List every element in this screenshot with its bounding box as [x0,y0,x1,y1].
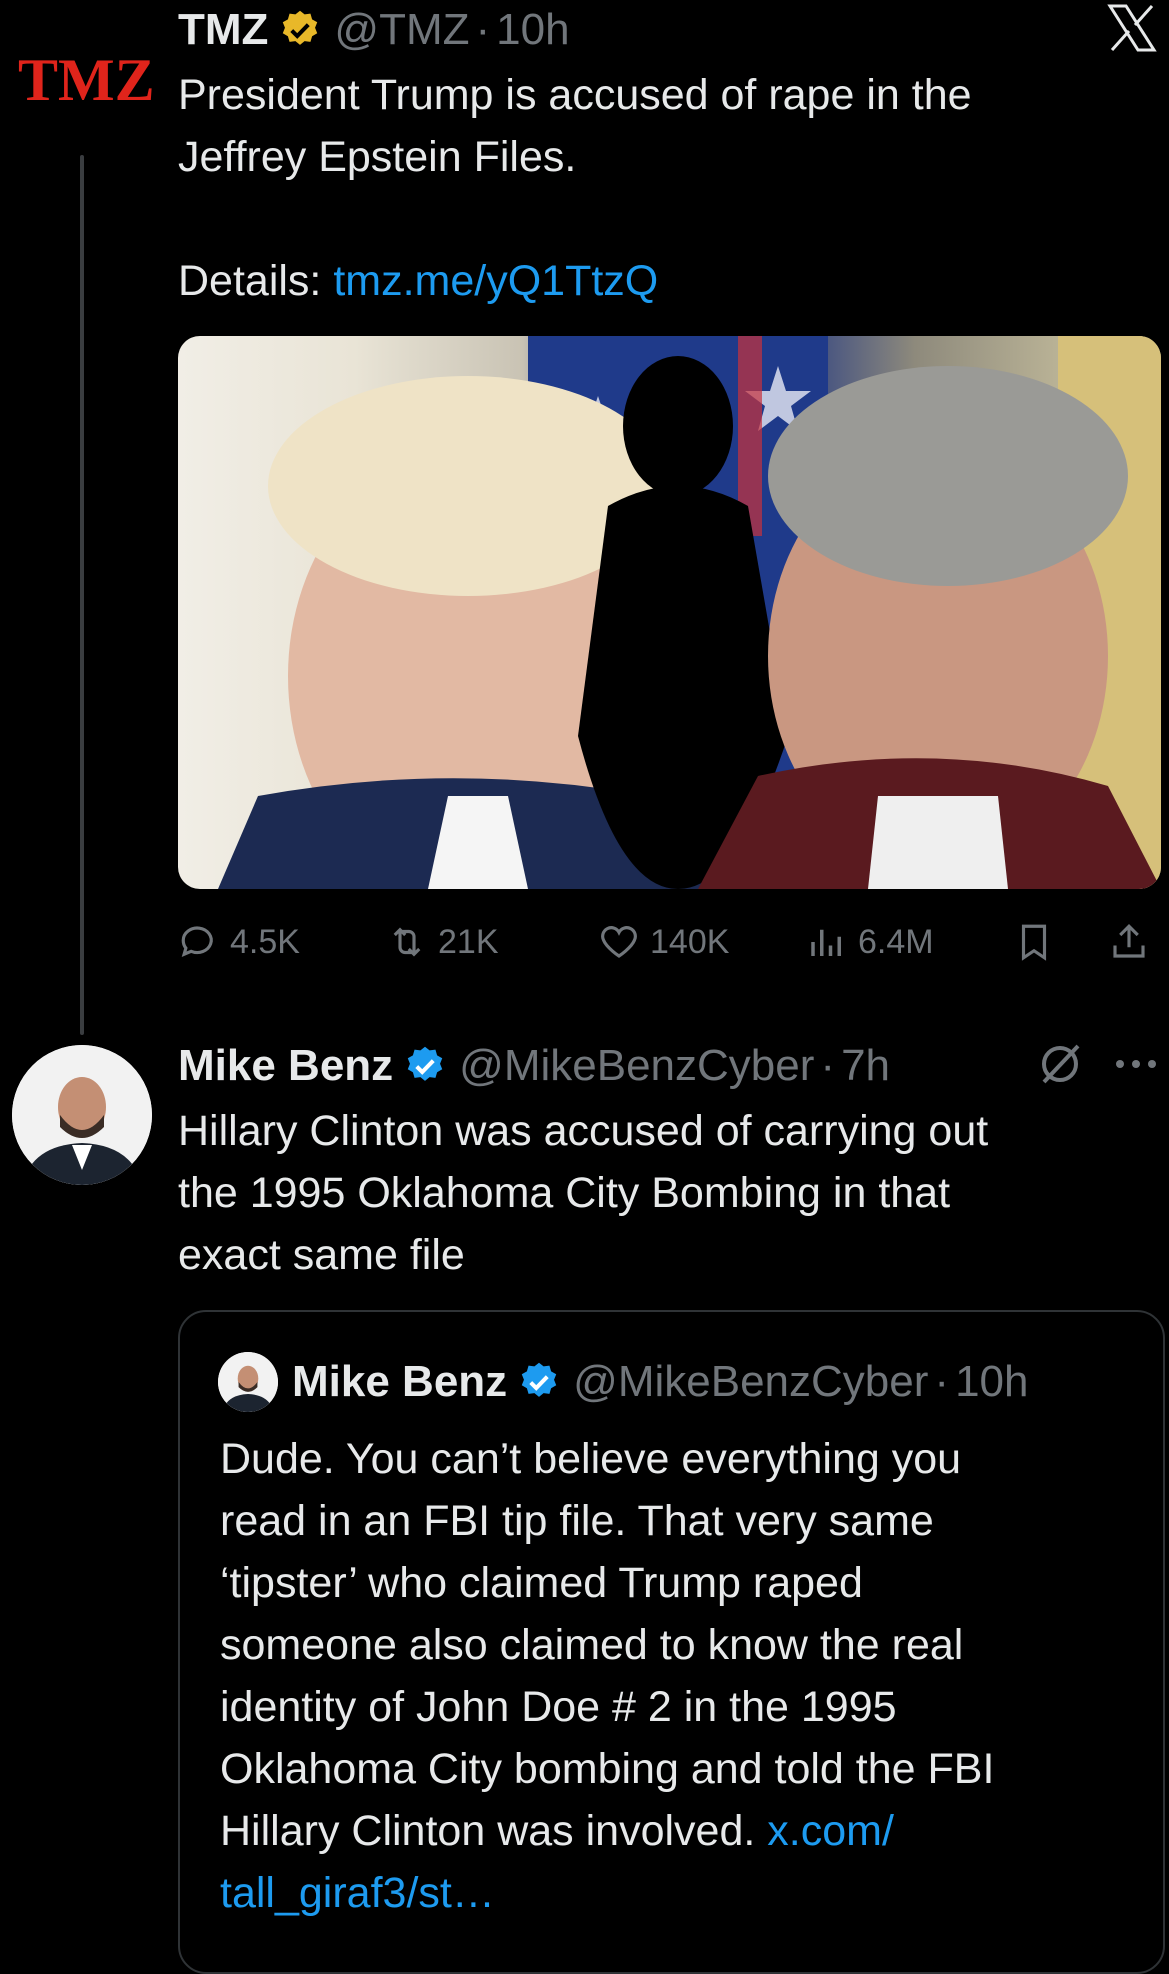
like-count: 140K [650,922,730,961]
quote-header: Mike Benz @MikeBenzCyber · 10h [292,1352,1028,1412]
more-options-icon[interactable] [1112,1050,1160,1078]
quote-text-line: read in an FBI tip file. That very same [220,1497,934,1545]
quote-author-handle: @MikeBenzCyber [573,1357,929,1406]
blue-verified-badge-icon[interactable] [403,1044,447,1088]
repost-icon [393,927,421,957]
tmz-avatar[interactable]: TMZ [14,42,152,112]
reply-text-line: the 1995 Oklahoma City Bombing in that [178,1169,951,1217]
tweet-details: Details: tmz.me/yQ1TtzQ [178,250,658,312]
view-count: 6.4M [858,922,934,961]
reply-text-line: Hillary Clinton was accused of carrying … [178,1107,989,1155]
separator: · [475,5,491,54]
author-handle[interactable]: @TMZ [334,5,469,55]
quote-last-line-text: Hillary Clinton was involved. [220,1807,768,1855]
quote-text-line: Hillary Clinton was involved. x.com/ [220,1800,1120,1862]
quote-text-line: Dude. You can’t believe everything you [220,1435,962,1483]
quote-text-line: ‘tipster’ who claimed Trump raped [220,1559,863,1607]
author-name[interactable]: TMZ [178,5,268,55]
reply-text: Hillary Clinton was accused of carrying … [178,1100,988,1286]
x-logo-icon [1107,4,1157,52]
repost-count: 21K [438,922,499,961]
bookmark-button[interactable] [1013,904,1065,980]
analytics-icon [811,929,841,956]
tweet-text-line: Jeffrey Epstein Files. [178,133,577,181]
quote-text-line: Oklahoma City bombing and told the FBI [220,1745,995,1793]
quote-text-line: tall_giraf3/st… [220,1862,1120,1924]
quote-avatar-photo [218,1352,278,1412]
timestamp[interactable]: 10h [496,5,569,55]
timestamp[interactable]: 7h [841,1041,890,1091]
reply-icon [181,926,213,957]
tweet-actions-bar: 4.5K 21K 140K 6.4M [178,904,1161,980]
quote-author-name[interactable]: Mike Benz [292,1357,507,1407]
grok-icon[interactable] [1036,1040,1084,1088]
reply-header: Mike Benz @MikeBenzCyber · 7h [178,1036,890,1096]
tmz-logo-text: TMZ [18,47,152,112]
reply-count: 4.5K [230,922,300,961]
tweet-text-line: President Trump is accused of rape in th… [178,71,972,119]
author-handle[interactable]: @MikeBenzCyber [459,1041,814,1091]
tweet-header: TMZ @TMZ · 10h [178,2,570,58]
photo-trump-silhouette-epstein [218,336,1161,889]
reply-text-line: exact same file [178,1231,465,1279]
thread-connector-line [80,155,84,1035]
avatar[interactable] [12,1045,152,1185]
quote-link[interactable]: x.com/ [767,1807,894,1855]
quote-text: Dude. You can’t believe everything you r… [220,1428,1120,1924]
quote-timestamp: 10h [955,1357,1029,1406]
repost-button[interactable]: 21K [386,904,499,980]
blue-verified-badge-icon [521,1362,557,1397]
views-button[interactable]: 6.4M [806,904,934,980]
share-icon [1113,924,1145,958]
like-button[interactable]: 140K [598,904,729,980]
quote-text-line: someone also claimed to know the real [220,1621,964,1669]
author-name[interactable]: Mike Benz [178,1041,393,1091]
avatar-photo [12,1045,152,1185]
share-button[interactable] [1108,904,1160,980]
details-link[interactable]: tmz.me/yQ1TtzQ [333,257,658,305]
details-label: Details: [178,257,334,305]
quote-avatar[interactable] [218,1352,278,1412]
separator: · [934,1357,950,1406]
gold-verified-badge-icon[interactable] [278,8,322,52]
bookmark-icon [1021,924,1047,961]
tweet-media-image[interactable] [178,336,1161,889]
tweet-text: President Trump is accused of rape in th… [178,64,972,188]
reply-button[interactable]: 4.5K [178,904,300,980]
heart-icon [601,926,637,958]
quote-link-continued[interactable]: tall_giraf3/st… [220,1869,495,1917]
quote-text-line: identity of John Doe # 2 in the 1995 [220,1683,897,1731]
separator: · [820,1041,836,1090]
